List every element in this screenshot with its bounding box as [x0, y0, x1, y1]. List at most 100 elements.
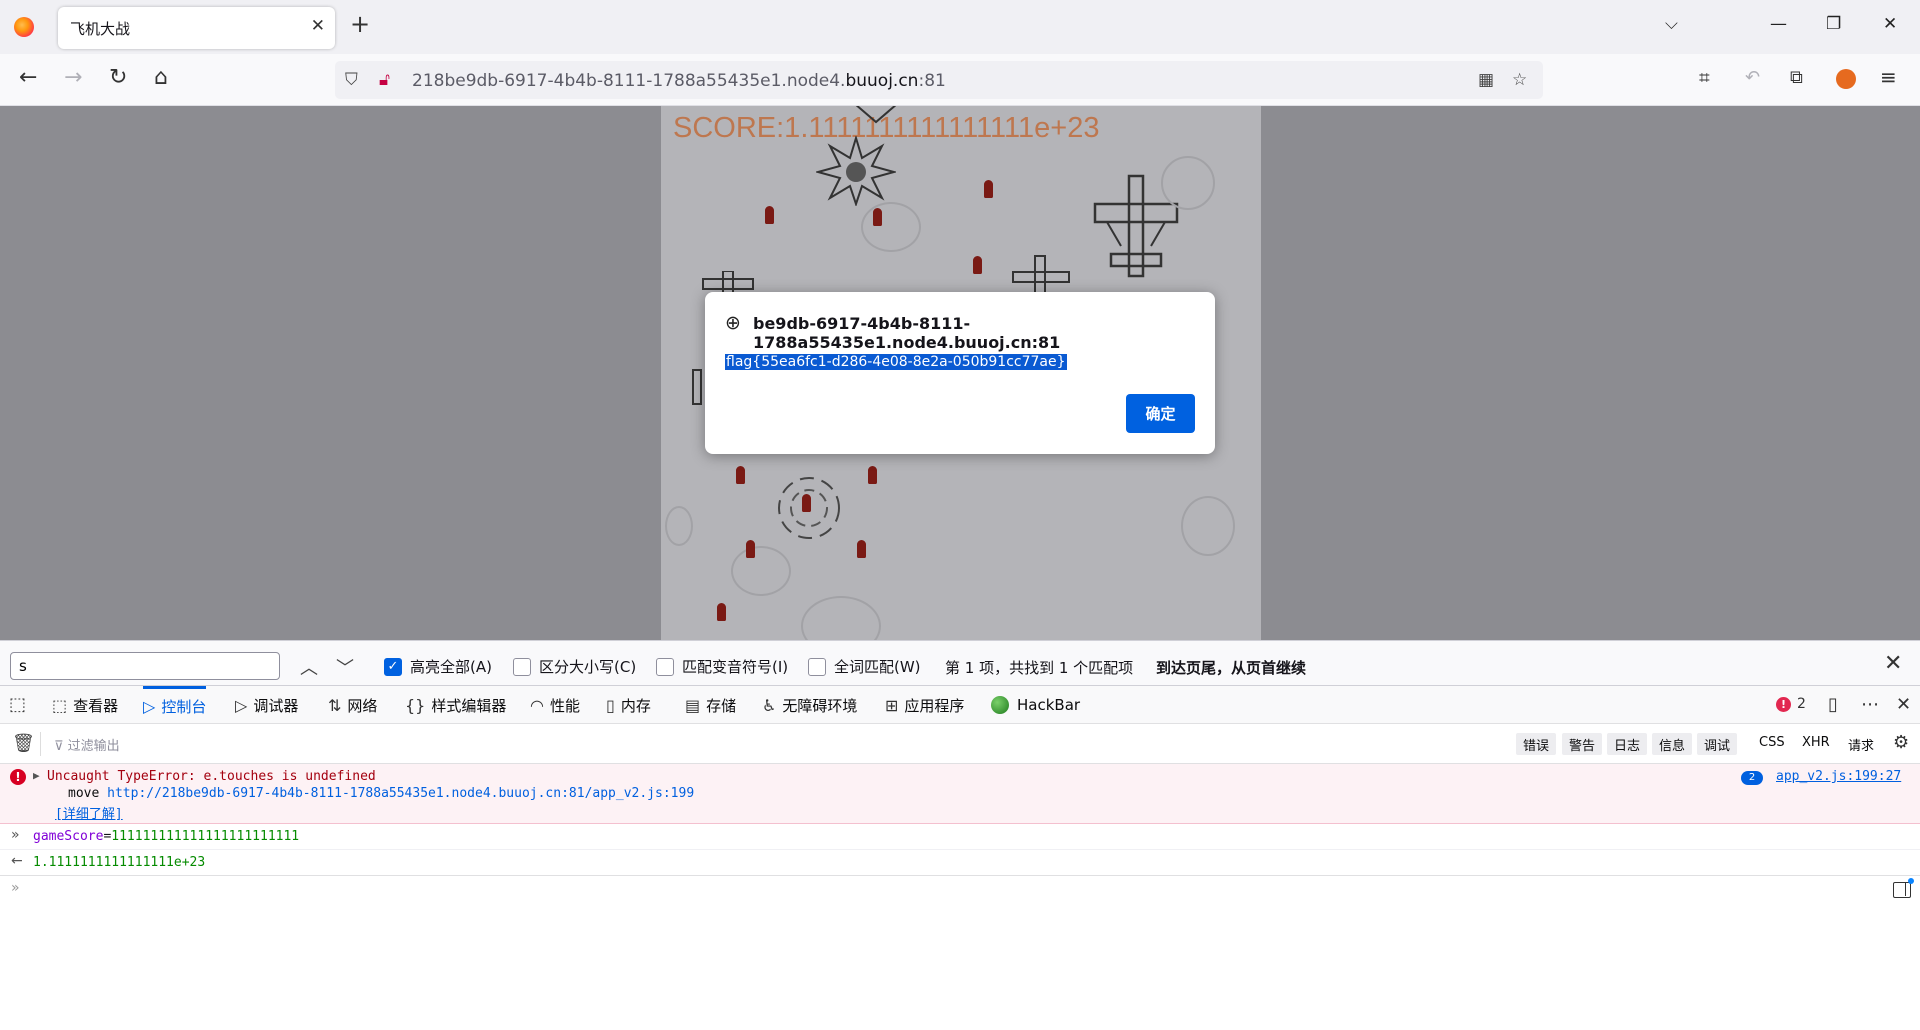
- tab-console[interactable]: ▷ 控制台: [143, 686, 207, 724]
- find-previous-icon[interactable]: ︿: [300, 654, 318, 680]
- find-input[interactable]: [10, 652, 280, 680]
- find-wrap-notice: 到达页尾，从页首继续: [1156, 659, 1307, 677]
- console-input[interactable]: »: [0, 876, 1920, 906]
- tab-hackbar[interactable]: HackBar: [991, 686, 1080, 724]
- console-settings-gear-icon[interactable]: ⚙: [1893, 732, 1909, 753]
- tracking-shield-icon[interactable]: ⛉: [345, 70, 358, 90]
- close-devtools-icon[interactable]: ✕: [1896, 694, 1911, 715]
- find-next-icon[interactable]: ﹀: [336, 654, 354, 680]
- result-arrow-icon: ←: [11, 853, 23, 869]
- stack-frame-link[interactable]: http://218be9db-6917-4b4b-8111-1788a5543…: [107, 786, 694, 801]
- forward-arrow-icon[interactable]: →: [64, 67, 82, 89]
- ok-button[interactable]: 确定: [1126, 394, 1195, 433]
- element-picker-icon[interactable]: ⬚: [9, 694, 26, 715]
- app-menu-hamburger-icon[interactable]: ≡: [1880, 67, 1897, 87]
- expand-arrow-icon[interactable]: ▶: [33, 769, 40, 782]
- find-status: 第 1 项，共找到 1 个匹配项: [945, 659, 1134, 677]
- separator: [40, 732, 41, 756]
- tab-close-icon[interactable]: ✕: [311, 16, 325, 36]
- more-options-icon[interactable]: ⋯: [1861, 694, 1879, 715]
- bullet: [868, 466, 877, 484]
- cloud: [1161, 156, 1215, 210]
- tab-application[interactable]: ⊞ 应用程序: [885, 686, 964, 724]
- debugger-icon: ▷: [235, 695, 248, 715]
- cloud: [861, 202, 921, 252]
- bullet: [746, 540, 755, 558]
- level-info-button[interactable]: 信息: [1652, 733, 1693, 755]
- undo-icon[interactable]: ↶: [1745, 69, 1760, 87]
- error-count-badge[interactable]: ! 2: [1776, 696, 1806, 712]
- home-icon[interactable]: ⌂: [154, 67, 168, 89]
- highlight-all-checkbox[interactable]: ✓ 高亮全部(A): [384, 656, 492, 677]
- filter-css-button[interactable]: CSS: [1759, 735, 1785, 750]
- qr-code-icon[interactable]: ▦: [1478, 70, 1494, 90]
- url-bar[interactable]: ⛉ 🔓︎ 218be9db-6917-4b4b-8111-1788a55435e…: [335, 61, 1543, 99]
- tab-title: 飞机大战: [70, 20, 131, 38]
- clear-console-trash-icon[interactable]: 🗑︎: [12, 733, 35, 754]
- level-warn-button[interactable]: 警告: [1562, 733, 1603, 755]
- url-text[interactable]: 218be9db-6917-4b4b-8111-1788a55435e1.nod…: [412, 71, 946, 91]
- enemy-plane-edge: [692, 369, 702, 405]
- extension-orange-icon[interactable]: [1836, 69, 1856, 89]
- console-result-line: ← 1.1111111111111111e+23: [0, 850, 1920, 876]
- filter-requests-button[interactable]: 请求: [1848, 735, 1874, 754]
- tab-debugger[interactable]: ▷ 调试器: [235, 686, 298, 724]
- level-error-button[interactable]: 错误: [1516, 733, 1557, 755]
- console-filter-bar: 🗑︎ ⊽ 过滤输出 错误 警告 日志 信息 调试 CSS XHR 请求 ⚙: [0, 724, 1920, 764]
- level-log-button[interactable]: 日志: [1607, 733, 1648, 755]
- input-prompt-chevron-icon: »: [11, 827, 20, 843]
- filter-output-input[interactable]: ⊽ 过滤输出: [54, 735, 120, 754]
- whole-words-checkbox[interactable]: 全词匹配(W): [808, 656, 921, 677]
- tab-accessibility[interactable]: ♿︎ 无障碍环境: [762, 686, 857, 724]
- inspector-icon: ⬚: [52, 695, 68, 715]
- tab-network[interactable]: ⇅ 网络: [328, 686, 377, 724]
- screenshot-crop-icon[interactable]: ⌗: [1699, 69, 1710, 88]
- checkbox-unchecked-icon: [513, 657, 531, 676]
- tab-memory[interactable]: ▯ 内存: [606, 686, 651, 724]
- network-arrows-icon: ⇅: [328, 695, 342, 715]
- enemy-plane-small: [1012, 255, 1070, 294]
- reload-icon[interactable]: ↻: [109, 67, 127, 89]
- close-window-icon[interactable]: ✕: [1883, 14, 1897, 34]
- bookmark-star-icon[interactable]: ☆: [1512, 70, 1527, 90]
- cloud: [665, 506, 693, 546]
- highlight-all-label: 高亮全部(A): [410, 658, 492, 676]
- learn-more-link[interactable]: [详细了解]: [55, 803, 123, 822]
- bullet: [802, 494, 811, 512]
- find-bar: ︿ ﹀ ✓ 高亮全部(A) 区分大小写(C) 匹配变音符号(I) 全词匹配(W)…: [0, 640, 1920, 686]
- error-source-location-link[interactable]: app_v2.js:199:27: [1776, 769, 1901, 784]
- level-debug-button[interactable]: 调试: [1697, 733, 1738, 755]
- sidebar-toggle-icon[interactable]: [1893, 878, 1914, 898]
- match-diacritics-checkbox[interactable]: 匹配变音符号(I): [656, 656, 788, 677]
- find-close-icon[interactable]: ✕: [1884, 651, 1902, 676]
- extensions-puzzle-icon[interactable]: ⧉: [1790, 69, 1803, 87]
- bullet: [973, 256, 982, 274]
- restore-window-icon[interactable]: ❐: [1826, 14, 1841, 34]
- minimize-icon[interactable]: —: [1770, 14, 1787, 34]
- cloud: [731, 546, 791, 596]
- devtools-toolbar: ⬚ ⬚ 查看器 ▷ 控制台 ▷ 调试器 ⇅ 网络 {} 样式编辑器 ◠ 性能 ▯ 内存 ▤ 存储…: [0, 686, 1920, 724]
- error-stack-frame: move http://218be9db-6917-4b4b-8111-1788…: [68, 786, 695, 801]
- tab-performance[interactable]: ◠ 性能: [530, 686, 580, 724]
- filter-xhr-button[interactable]: XHR: [1802, 735, 1830, 750]
- tab-storage[interactable]: ▤ 存储: [685, 686, 736, 724]
- tab-strip: 飞机大战 ✕ + ⌵ — ❐ ✕: [0, 0, 1920, 54]
- bullet: [717, 603, 726, 621]
- match-case-checkbox[interactable]: 区分大小写(C): [513, 656, 636, 677]
- responsive-design-icon[interactable]: ▯: [1828, 694, 1838, 715]
- enemy-plane-top: [855, 106, 897, 124]
- tab-inspector[interactable]: ⬚ 查看器: [52, 686, 118, 724]
- list-all-tabs-chevron-icon[interactable]: ⌵: [1665, 14, 1678, 34]
- browser-tab-active[interactable]: 飞机大战 ✕: [58, 7, 335, 49]
- accessibility-person-icon: ♿︎: [762, 695, 777, 715]
- result-value: 1.1111111111111111e+23: [33, 855, 206, 870]
- globe-icon: ⊕: [725, 312, 741, 334]
- back-arrow-icon[interactable]: ←: [19, 67, 37, 89]
- insecure-lock-icon[interactable]: 🔓︎: [379, 70, 390, 90]
- braces-icon: {}: [405, 695, 426, 715]
- new-tab-plus-icon[interactable]: +: [350, 12, 370, 36]
- tab-style-editor[interactable]: {} 样式编辑器: [405, 686, 506, 724]
- cloud: [801, 596, 881, 640]
- dialog-message[interactable]: flag{55ea6fc1-d286-4e08-8e2a-050b91cc77a…: [725, 354, 1067, 370]
- command-text: gameScore=111111111111111111111111: [33, 829, 300, 844]
